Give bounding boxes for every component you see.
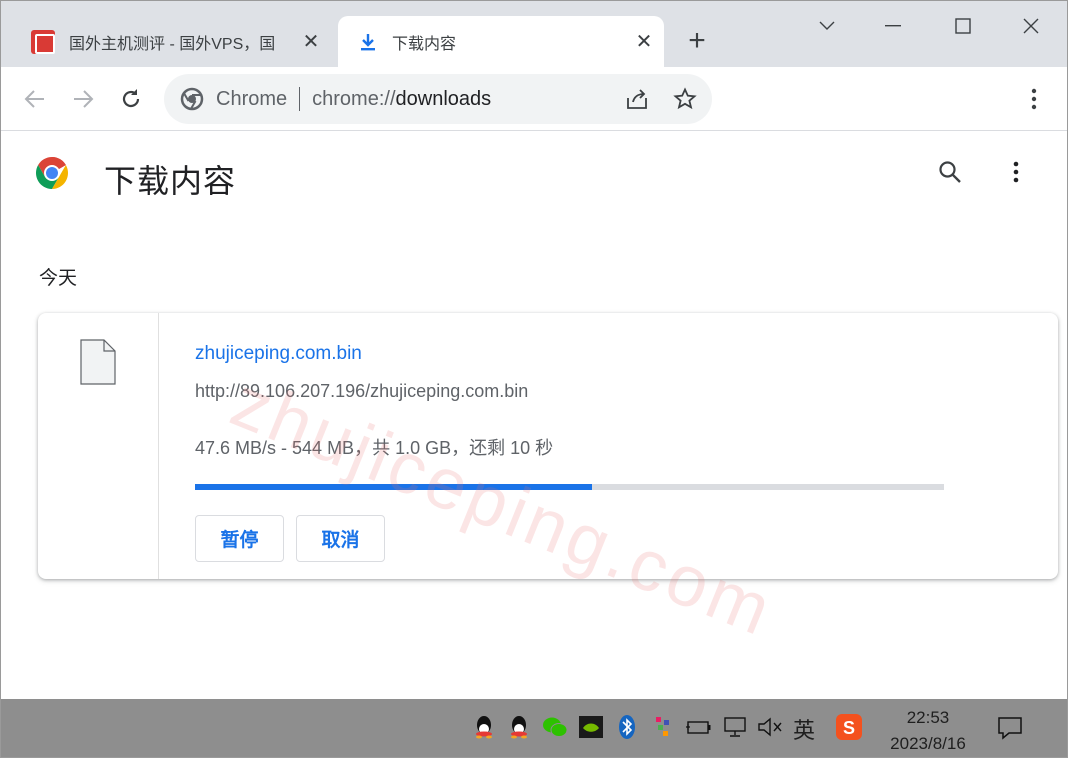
file-icon — [80, 339, 116, 385]
clock-time: 22:53 — [906, 708, 950, 727]
page-title: 下载内容 — [104, 163, 237, 199]
file-source-url[interactable]: http://89.106.207.196/zhujiceping.com.bi… — [195, 381, 528, 402]
tab-title: 下载内容 — [392, 35, 457, 53]
forward-button[interactable] — [65, 81, 101, 117]
sogou-input-icon[interactable]: S — [836, 714, 862, 740]
share-icon[interactable] — [622, 84, 652, 114]
reload-button[interactable] — [113, 81, 149, 117]
site-favicon-icon — [31, 29, 55, 54]
chrome-icon — [180, 87, 204, 111]
svg-text:S: S — [843, 718, 855, 738]
minimize-button[interactable] — [873, 9, 913, 43]
chrome-menu-icon[interactable] — [1016, 81, 1052, 117]
cancel-button[interactable]: 取消 — [296, 515, 385, 562]
download-progress-bar — [195, 484, 944, 490]
chrome-logo-icon — [35, 156, 69, 190]
tab-title: 国外主机测评 - 国外VPS，国 — [69, 35, 276, 53]
bluetooth-icon[interactable] — [614, 714, 640, 740]
new-tab-button[interactable]: + — [681, 24, 713, 57]
toolbar: Chrome chrome://downloads — [1, 67, 1067, 131]
app-tray-icon[interactable] — [650, 714, 676, 740]
battery-icon[interactable] — [686, 714, 712, 740]
tab-zhujiceping[interactable]: 国外主机测评 - 国外VPS，国 ✕ — [21, 16, 331, 67]
wechat-icon[interactable] — [542, 714, 568, 740]
nvidia-icon[interactable] — [578, 714, 604, 740]
maximize-button[interactable] — [943, 9, 983, 43]
download-item-card: zhujiceping.com.bin http://89.106.207.19… — [38, 313, 1058, 579]
download-progress-fill — [195, 484, 592, 490]
site-chip[interactable]: Chrome — [180, 87, 287, 111]
taskbar: 英 S 22:53 2023/8/16 — [1, 699, 1067, 757]
tab-search-chevron-icon[interactable] — [807, 9, 847, 43]
back-button[interactable] — [17, 81, 53, 117]
tab-close-icon[interactable]: ✕ — [299, 30, 323, 54]
qq-icon[interactable] — [506, 714, 532, 740]
url-text[interactable]: chrome://downloads — [312, 88, 491, 111]
file-name-link[interactable]: zhujiceping.com.bin — [195, 343, 362, 365]
card-divider — [158, 313, 159, 579]
downloads-page: 下载内容 今天 zhujiceping.com.bin http://89.10… — [1, 131, 1067, 699]
close-window-button[interactable] — [1011, 9, 1051, 43]
pause-button[interactable]: 暂停 — [195, 515, 284, 562]
more-menu-icon[interactable] — [1001, 157, 1031, 187]
bookmark-star-icon[interactable] — [670, 84, 700, 114]
site-chip-label: Chrome — [216, 87, 288, 110]
browser-window: 国外主机测评 - 国外VPS，国 ✕ 下载内容 ✕ + Chrome chrom… — [0, 0, 1068, 758]
system-clock[interactable]: 22:53 2023/8/16 — [881, 705, 975, 757]
tab-strip: 国外主机测评 - 国外VPS，国 ✕ 下载内容 ✕ + — [1, 1, 1067, 67]
address-bar[interactable]: Chrome chrome://downloads — [164, 74, 712, 124]
separator — [299, 87, 301, 111]
qq-icon[interactable] — [471, 714, 497, 740]
network-icon[interactable] — [722, 714, 748, 740]
date-section-heading: 今天 — [39, 268, 78, 289]
search-icon[interactable] — [935, 157, 965, 187]
input-method-indicator[interactable]: 英 — [793, 713, 815, 745]
notification-icon[interactable] — [997, 715, 1023, 741]
download-status: 47.6 MB/s - 544 MB，共 1.0 GB，还剩 10 秒 — [195, 438, 554, 458]
tab-close-icon[interactable]: ✕ — [632, 30, 656, 54]
tab-downloads[interactable]: 下载内容 ✕ — [338, 16, 664, 67]
clock-date: 2023/8/16 — [890, 734, 966, 753]
volume-muted-icon[interactable] — [757, 714, 783, 740]
download-icon — [356, 30, 380, 54]
